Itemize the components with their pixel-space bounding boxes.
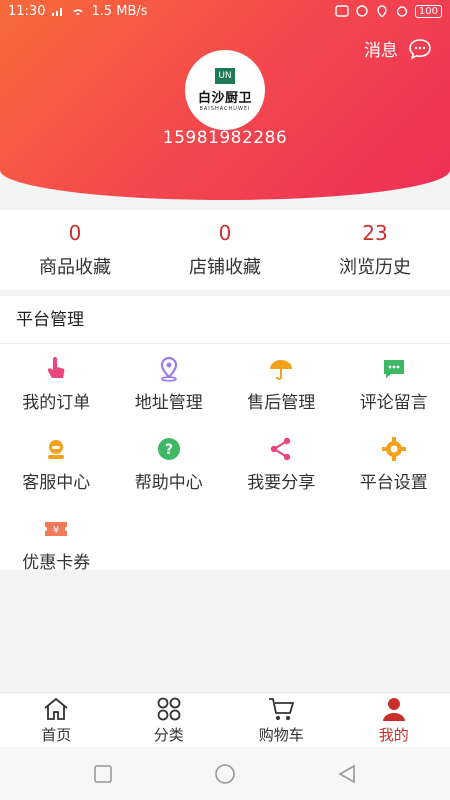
user-phone: 15981982286: [162, 128, 288, 148]
stat-label: 商品收藏: [39, 257, 111, 278]
menu-label: 地址管理: [134, 392, 203, 413]
menu-label: 我要分享: [247, 472, 316, 493]
stats-row: 0 商品收藏 0 店铺收藏 23 浏览历史: [0, 210, 450, 290]
question-icon: ?: [157, 437, 180, 460]
network-speed: 1.5 MB/s: [91, 3, 148, 19]
menu-address-management[interactable]: 地址管理: [113, 344, 226, 424]
location-pin-icon: [160, 356, 177, 382]
status-bar: 11:30 1.5 MB/s 100: [0, 0, 450, 22]
svg-text:?: ?: [165, 442, 173, 458]
coupon-icon: ¥: [45, 521, 68, 536]
menu-label: 评论留言: [359, 392, 428, 413]
umbrella-icon: [270, 359, 293, 380]
stat-store-favorites[interactable]: 0 店铺收藏: [150, 210, 300, 290]
nfc-icon: [335, 5, 349, 17]
stat-product-favorites[interactable]: 0 商品收藏: [0, 210, 150, 290]
alarm-icon: [396, 6, 408, 17]
tab-mine[interactable]: 我的: [338, 693, 450, 747]
tab-home[interactable]: 首页: [0, 693, 113, 747]
menu-label: 平台设置: [359, 472, 428, 493]
user-icon: [382, 697, 405, 721]
cart-icon: [269, 697, 295, 720]
menu-platform-settings[interactable]: 平台设置: [338, 424, 450, 504]
category-icon: [157, 697, 181, 720]
brand-pinyin: BAISHACHUWEI: [199, 106, 251, 112]
chat-bubble-icon: [383, 359, 404, 378]
menu-label: 帮助中心: [134, 472, 203, 493]
menu-coupons[interactable]: ¥ 优惠卡券: [0, 504, 113, 584]
location-icon: [377, 5, 387, 17]
status-time: 11:30: [8, 3, 46, 19]
system-navigation-bar: [0, 747, 450, 800]
battery-indicator: 100: [414, 4, 442, 18]
menu-after-sales[interactable]: 售后管理: [225, 344, 338, 424]
messages-label: 消息: [364, 41, 398, 61]
share-icon: [271, 437, 291, 460]
menu-label: 客服中心: [22, 472, 91, 493]
wifi-icon: [73, 9, 84, 16]
menu-customer-service[interactable]: 客服中心: [0, 424, 113, 504]
menu-my-orders[interactable]: 我的订单: [0, 344, 113, 424]
sync-icon: [356, 5, 368, 17]
chat-bubble-icon: [409, 38, 431, 60]
tab-label: 购物车: [258, 725, 304, 744]
panel-title: 平台管理: [0, 296, 450, 344]
menu-comments[interactable]: 评论留言: [338, 344, 450, 424]
brand-name: 白沙厨卫: [197, 91, 252, 106]
store-avatar[interactable]: UN 白沙厨卫 BAISHACHUWEI: [185, 50, 265, 130]
menu-label: 售后管理: [247, 392, 316, 413]
hand-pointer-icon: [48, 356, 65, 378]
menu-share[interactable]: 我要分享: [225, 424, 338, 504]
platform-management-panel: 平台管理 我的订单 地址管理 售后管理 评论留言 客服中心 ? 帮助中心 我要分…: [0, 296, 450, 573]
messages-button[interactable]: 消息: [364, 36, 432, 61]
signal-icon: [52, 8, 63, 16]
stat-value: 0: [68, 221, 82, 245]
tab-cart[interactable]: 购物车: [225, 693, 338, 747]
stat-browse-history[interactable]: 23 浏览历史: [300, 210, 450, 290]
bottom-tab-bar: 首页 分类 购物车 我的: [0, 692, 450, 747]
menu-label: 我的订单: [22, 392, 91, 413]
menu-label: 优惠卡券: [22, 552, 91, 573]
tab-label: 分类: [153, 725, 184, 744]
stat-value: 23: [362, 221, 388, 245]
stat-value: 0: [218, 221, 232, 245]
brand-mark: UN: [215, 68, 235, 84]
gear-icon: [381, 436, 406, 461]
home-icon: [44, 697, 68, 720]
stat-label: 店铺收藏: [189, 257, 261, 278]
recents-square-icon[interactable]: [92, 763, 114, 785]
stat-label: 浏览历史: [339, 257, 411, 278]
back-triangle-icon[interactable]: [336, 763, 358, 785]
tab-label: 首页: [41, 725, 72, 744]
svg-text:¥: ¥: [53, 525, 59, 536]
home-circle-icon[interactable]: [214, 763, 236, 785]
headset-icon: [48, 439, 65, 459]
menu-help-center[interactable]: ? 帮助中心: [113, 424, 226, 504]
tab-category[interactable]: 分类: [113, 693, 226, 747]
tab-label: 我的: [378, 725, 409, 744]
